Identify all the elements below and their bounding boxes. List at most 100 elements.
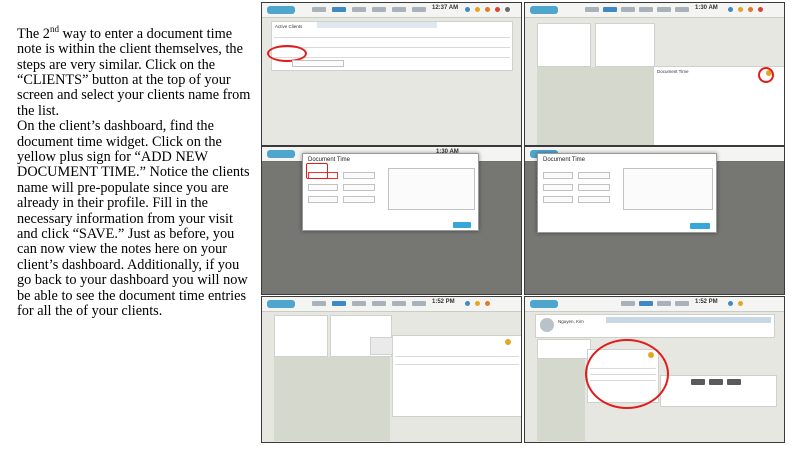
nav-item[interactable]	[675, 301, 689, 306]
instruction-paragraph-1: The 2nd way to enter a document time not…	[17, 24, 251, 119]
save-button[interactable]	[453, 222, 471, 228]
nav-item[interactable]	[657, 7, 671, 12]
nav-item[interactable]	[412, 301, 426, 306]
nav-item[interactable]	[372, 301, 386, 306]
nav-item[interactable]	[312, 7, 326, 12]
client-header: Nguyen, Kim	[535, 314, 775, 338]
hours-field[interactable]	[578, 196, 610, 203]
entries-highlight	[585, 339, 669, 409]
help-icon[interactable]	[728, 7, 733, 12]
app-topbar: 1:52 PM	[262, 297, 521, 312]
nav-item[interactable]	[392, 7, 406, 12]
nav-item[interactable]	[621, 301, 635, 306]
pager[interactable]	[292, 60, 344, 67]
client-avatar	[540, 318, 554, 332]
widget-left	[274, 315, 328, 357]
edit-icon[interactable]	[748, 7, 753, 12]
widget-left	[537, 23, 591, 67]
screenshot-clients-list: 12:37 AM Active Clients	[261, 2, 522, 146]
document-time-widget	[392, 335, 521, 417]
minutes-field[interactable]	[308, 196, 338, 203]
dialog-title: Document Time	[543, 157, 586, 163]
clock: 1:52 PM	[432, 299, 455, 305]
clock: 1:52 PM	[695, 299, 718, 305]
date-field[interactable]	[343, 172, 375, 179]
pen-icon[interactable]	[495, 7, 500, 12]
service-field[interactable]	[343, 184, 375, 191]
app-logo	[530, 6, 558, 14]
help-icon[interactable]	[465, 7, 470, 12]
nav-item[interactable]	[372, 7, 386, 12]
alert-icon[interactable]	[738, 301, 743, 306]
notes-field[interactable]	[388, 168, 475, 210]
help-icon[interactable]	[465, 301, 470, 306]
dashboard-background	[537, 359, 585, 441]
nav-clients[interactable]	[332, 7, 346, 12]
widget-title: Document Time	[657, 69, 689, 74]
app-topbar: 12:37 AM	[262, 3, 521, 18]
status-pill[interactable]	[709, 379, 723, 385]
client-name: Nguyen, Kim	[558, 319, 584, 324]
nav-clients[interactable]	[603, 7, 617, 12]
app-logo	[530, 300, 558, 308]
nav-clients[interactable]	[639, 301, 653, 306]
screenshot-client-dashboard: 1:30 AM Document Time	[524, 2, 785, 146]
filter-tabs[interactable]	[317, 22, 437, 28]
nav-item[interactable]	[657, 301, 671, 306]
client-prefill-highlight	[306, 163, 328, 179]
status-pill[interactable]	[727, 379, 741, 385]
nav-item[interactable]	[352, 7, 366, 12]
widget-left	[537, 339, 591, 359]
document-time-dialog: Document Time	[302, 153, 479, 231]
client-field[interactable]	[543, 172, 573, 179]
nav-item[interactable]	[392, 301, 406, 306]
nav-item[interactable]	[412, 7, 426, 12]
edit-icon[interactable]	[485, 301, 490, 306]
nav-item[interactable]	[352, 301, 366, 306]
screenshot-client-profile: 1:52 PM Nguyen, Kim	[524, 296, 785, 443]
alert-icon[interactable]	[475, 7, 480, 12]
service-field[interactable]	[578, 184, 610, 191]
app-logo	[267, 300, 295, 308]
app-topbar: 1:30 AM	[525, 3, 784, 18]
hours-field[interactable]	[343, 196, 375, 203]
edit-icon[interactable]	[485, 7, 490, 12]
app-logo	[267, 150, 295, 158]
dashboard-background	[537, 67, 653, 145]
alert-icon[interactable]	[475, 301, 480, 306]
client-tabs[interactable]	[606, 317, 771, 323]
nav-item[interactable]	[621, 7, 635, 12]
save-button[interactable]	[690, 223, 710, 229]
type-field[interactable]	[543, 184, 573, 191]
entries-panel	[660, 375, 777, 407]
document-time-dialog: Document Time	[537, 153, 717, 233]
screenshot-document-time-filled: Document Time	[524, 146, 785, 295]
instruction-text: The 2nd way to enter a document time not…	[17, 22, 257, 319]
notes-field[interactable]	[623, 168, 713, 210]
pen-icon[interactable]	[758, 7, 763, 12]
screenshot-document-time-modal: 1:30 AM Document Time	[261, 146, 522, 295]
settings-icon[interactable]	[505, 7, 510, 12]
app-logo	[267, 6, 295, 14]
status-pill[interactable]	[691, 379, 705, 385]
add-document-time-icon[interactable]	[505, 339, 511, 345]
instruction-paragraph-2: On the client’s dashboard, find the docu…	[17, 118, 250, 320]
screenshot-saved-entry: 1:52 PM	[261, 296, 522, 443]
nav-item[interactable]	[639, 7, 653, 12]
alert-icon[interactable]	[738, 7, 743, 12]
nav-clients[interactable]	[332, 301, 346, 306]
help-icon[interactable]	[728, 301, 733, 306]
date-field[interactable]	[578, 172, 610, 179]
panel-title: Active Clients	[275, 24, 303, 29]
nav-item[interactable]	[312, 301, 326, 306]
dashboard-background	[274, 357, 390, 441]
app-topbar: 1:52 PM	[525, 297, 784, 312]
type-field[interactable]	[308, 184, 338, 191]
widget-middle	[595, 23, 655, 67]
nav-item[interactable]	[675, 7, 689, 12]
minutes-field[interactable]	[543, 196, 573, 203]
plus-button-highlight	[758, 67, 774, 83]
clock: 1:30 AM	[695, 5, 718, 11]
nav-item[interactable]	[585, 7, 599, 12]
clock: 12:37 AM	[432, 5, 459, 11]
